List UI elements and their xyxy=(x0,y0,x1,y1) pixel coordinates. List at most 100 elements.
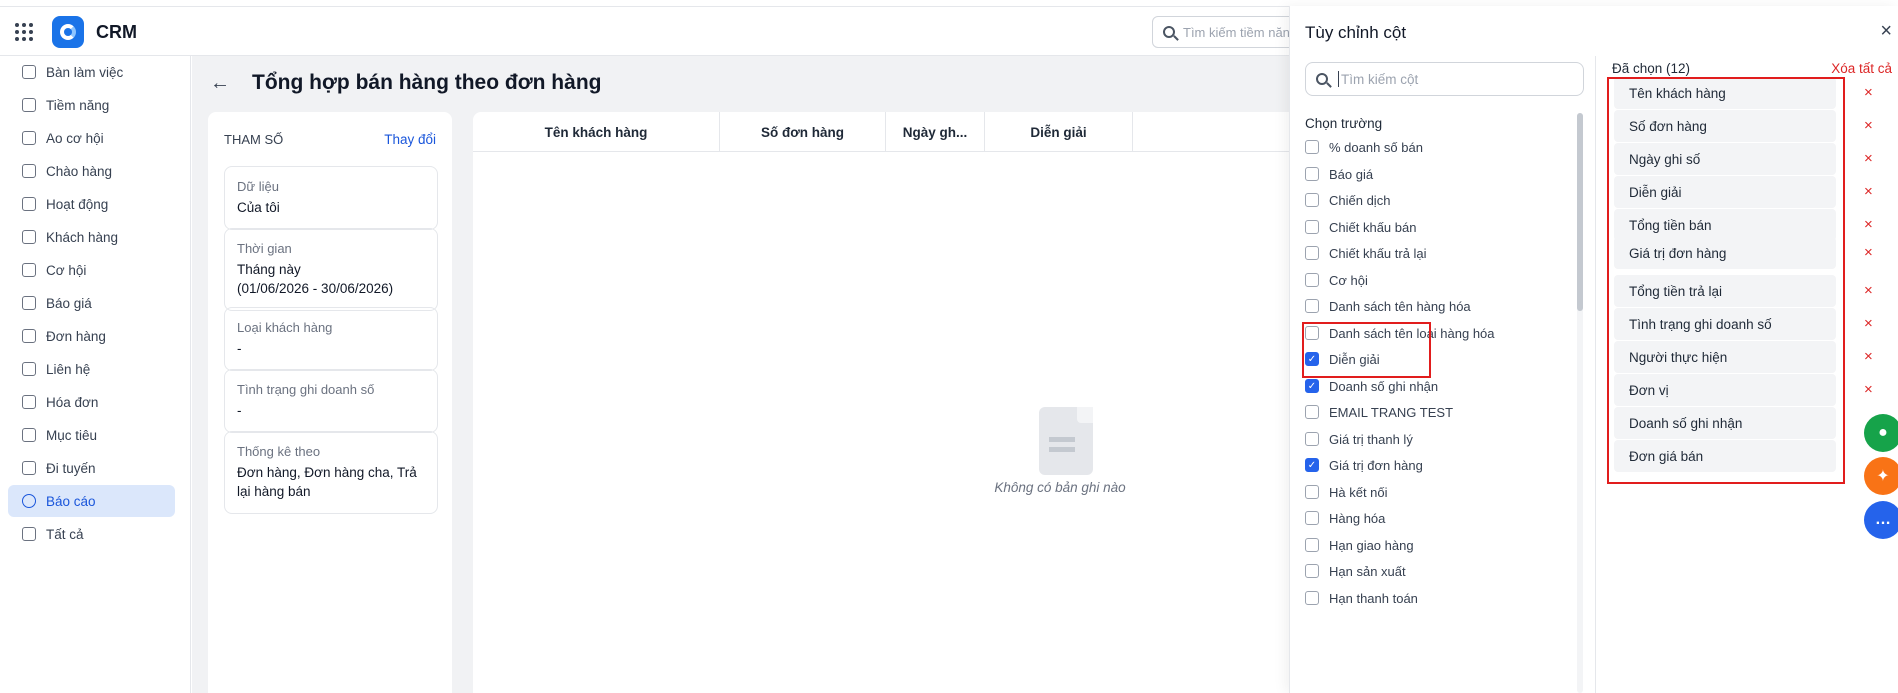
top-search-input[interactable]: Tìm kiếm tiềm năng xyxy=(1152,16,1302,48)
clear-all-button[interactable]: Xóa tất cả xyxy=(1831,61,1892,76)
sidebar-item-don-hang[interactable]: Đơn hàng xyxy=(8,320,175,352)
checkbox[interactable] xyxy=(1305,326,1319,340)
selected-column-item[interactable]: Diễn giải xyxy=(1614,176,1836,208)
checkbox-checked[interactable]: ✓ xyxy=(1305,458,1319,472)
checkbox[interactable] xyxy=(1305,246,1319,260)
remove-column-icon[interactable]: × xyxy=(1864,216,1873,233)
selected-column-item[interactable]: Đơn giá bán xyxy=(1614,440,1836,472)
checkbox[interactable] xyxy=(1305,273,1319,287)
checkbox[interactable] xyxy=(1305,564,1319,578)
field-option[interactable]: Danh sách tên loại hàng hóa xyxy=(1305,320,1565,346)
field-list-scroll-thumb[interactable] xyxy=(1577,113,1583,311)
sidebar-item-ao-co-hoi[interactable]: Ao cơ hội xyxy=(8,122,175,154)
sidebar-item-tiem-nang[interactable]: Tiềm năng xyxy=(8,89,175,121)
selected-column-item[interactable]: Doanh số ghi nhận xyxy=(1614,407,1836,439)
sidebar-item-muc-tieu[interactable]: Mục tiêu xyxy=(8,419,175,451)
text-cursor xyxy=(1338,71,1339,87)
selected-column-item[interactable]: Người thực hiện xyxy=(1614,341,1836,373)
remove-column-icon[interactable]: × xyxy=(1864,84,1873,101)
selected-column-item[interactable]: Ngày ghi số xyxy=(1614,143,1836,175)
column-header[interactable]: Tên khách hàng xyxy=(473,112,720,152)
remove-column-icon[interactable]: × xyxy=(1864,183,1873,200)
selected-column-item[interactable]: Đơn vị xyxy=(1614,374,1836,406)
field-option[interactable]: Hạn giao hàng xyxy=(1305,532,1565,558)
ai-sparkle-icon[interactable]: ✦ xyxy=(1864,457,1898,495)
field-option[interactable]: % doanh số bán xyxy=(1305,134,1565,160)
chatbot-icon[interactable]: ● xyxy=(1864,414,1898,452)
field-option[interactable]: Hạn sản xuất xyxy=(1305,558,1565,584)
field-option[interactable]: ✓ Doanh số ghi nhận xyxy=(1305,373,1565,399)
building-icon xyxy=(22,230,36,244)
sidebar-item-chao-hang[interactable]: Chào hàng xyxy=(8,155,175,187)
sidebar-item-hoa-don[interactable]: Hóa đơn xyxy=(8,386,175,418)
checkbox[interactable] xyxy=(1305,405,1319,419)
checkbox[interactable] xyxy=(1305,140,1319,154)
column-header[interactable]: Diễn giải xyxy=(985,112,1133,152)
sidebar-item-ban-lam-viec[interactable]: Bàn làm việc xyxy=(8,56,175,88)
remove-column-icon[interactable]: × xyxy=(1864,150,1873,167)
sidebar-item-di-tuyen[interactable]: Đi tuyến xyxy=(8,452,175,484)
field-option[interactable]: Chiết khấu bán xyxy=(1305,214,1565,240)
field-option[interactable]: Hạn thanh toán xyxy=(1305,585,1565,611)
checkbox[interactable] xyxy=(1305,511,1319,525)
field-option[interactable]: Danh sách tên hàng hóa xyxy=(1305,293,1565,319)
selected-column-item[interactable]: Tình trạng ghi doanh số xyxy=(1614,308,1836,340)
apps-grid-icon[interactable] xyxy=(15,23,33,41)
remove-column-icon[interactable]: × xyxy=(1864,381,1873,398)
sidebar-item-label: Hoạt động xyxy=(46,196,109,212)
main-content: ← Tổng hợp bán hàng theo đơn hàng THAM S… xyxy=(192,56,1289,693)
field-option[interactable]: EMAIL TRANG TEST xyxy=(1305,399,1565,425)
checkbox[interactable] xyxy=(1305,299,1319,313)
checkbox[interactable] xyxy=(1305,485,1319,499)
field-option[interactable]: ✓ Diễn giải xyxy=(1305,346,1565,372)
field-option[interactable]: Hàng hóa xyxy=(1305,505,1565,531)
param-card-du-lieu: Dữ liệu Của tôi xyxy=(224,166,438,230)
selected-column-item[interactable]: Số đơn hàng xyxy=(1614,110,1836,142)
sidebar-item-tat-ca[interactable]: Tất cả xyxy=(8,518,175,550)
remove-column-icon[interactable]: × xyxy=(1864,244,1873,261)
param-card-tinh-trang: Tình trạng ghi doanh số - xyxy=(224,369,438,433)
chat-bubble-icon[interactable]: … xyxy=(1864,501,1898,539)
checkbox[interactable] xyxy=(1305,432,1319,446)
field-option[interactable]: Chiến dịch xyxy=(1305,187,1565,213)
selected-column-item[interactable]: Giá trị đơn hàng xyxy=(1614,237,1836,269)
activity-icon xyxy=(22,197,36,211)
selected-column-item[interactable]: Tên khách hàng xyxy=(1614,77,1836,109)
sidebar-item-lien-he[interactable]: Liên hệ xyxy=(8,353,175,385)
remove-column-icon[interactable]: × xyxy=(1864,315,1873,332)
checkbox[interactable] xyxy=(1305,167,1319,181)
sidebar-item-khach-hang[interactable]: Khách hàng xyxy=(8,221,175,253)
checkbox[interactable] xyxy=(1305,591,1319,605)
remove-column-icon[interactable]: × xyxy=(1864,117,1873,134)
sidebar-item-co-hoi[interactable]: Cơ hội xyxy=(8,254,175,286)
checkbox[interactable] xyxy=(1305,538,1319,552)
sidebar-item-bao-cao[interactable]: Báo cáo xyxy=(8,485,175,517)
empty-state-text: Không có bản ghi nào xyxy=(994,480,1126,495)
field-label: Diễn giải xyxy=(1329,351,1380,367)
column-search-input[interactable]: Tìm kiếm cột xyxy=(1305,62,1584,96)
close-icon[interactable]: × xyxy=(1880,20,1892,43)
sidebar-item-bao-gia[interactable]: Báo giá xyxy=(8,287,175,319)
back-arrow-icon[interactable]: ← xyxy=(210,72,230,95)
field-option[interactable]: Cơ hội xyxy=(1305,267,1565,293)
sidebar-item-hoat-dong[interactable]: Hoạt động xyxy=(8,188,175,220)
remove-column-icon[interactable]: × xyxy=(1864,282,1873,299)
field-option[interactable]: Báo giá xyxy=(1305,161,1565,187)
checkbox-checked[interactable]: ✓ xyxy=(1305,379,1319,393)
field-option[interactable]: Hà kết nối xyxy=(1305,479,1565,505)
selected-column-item[interactable]: Tổng tiền trả lại xyxy=(1614,275,1836,307)
remove-column-icon[interactable]: × xyxy=(1864,348,1873,365)
column-header[interactable]: Ngày gh... xyxy=(886,112,985,152)
sidebar-item-label: Mục tiêu xyxy=(46,427,98,443)
checkbox[interactable] xyxy=(1305,193,1319,207)
change-params-link[interactable]: Thay đổi xyxy=(384,132,436,147)
field-label: Cơ hội xyxy=(1329,272,1368,288)
selected-column-label: Diễn giải xyxy=(1629,184,1682,200)
checkbox-checked[interactable]: ✓ xyxy=(1305,352,1319,366)
column-header[interactable]: Số đơn hàng xyxy=(720,112,886,152)
field-option[interactable]: Giá trị thanh lý xyxy=(1305,426,1565,452)
field-option[interactable]: ✓ Giá trị đơn hàng xyxy=(1305,452,1565,478)
field-option[interactable]: Chiết khấu trả lại xyxy=(1305,240,1565,266)
checkbox[interactable] xyxy=(1305,220,1319,234)
field-label: Chiết khấu trả lại xyxy=(1329,245,1427,261)
